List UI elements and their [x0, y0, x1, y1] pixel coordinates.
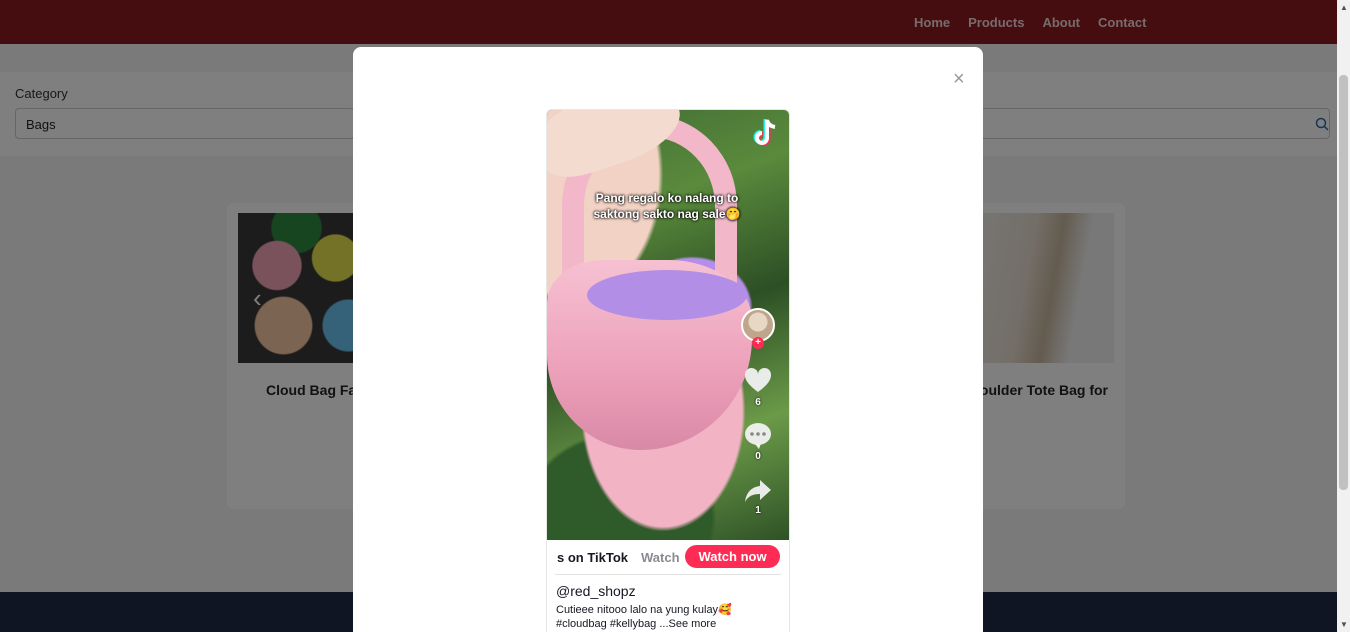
username-link[interactable]: @red_shopz: [556, 583, 636, 599]
comment-count: 0: [755, 451, 761, 462]
description-line: Cutieee nitooo lalo na yung kulay🥰: [556, 604, 732, 616]
scroll-down-icon[interactable]: ▼: [1340, 620, 1348, 629]
banner-text: s on TikTok: [557, 550, 629, 565]
caption-line: Pang regalo ko nalang to: [595, 191, 739, 205]
share-count: 1: [755, 505, 761, 516]
divider: [555, 574, 781, 575]
tiktok-embed: Pang regalo ko nalang to saktong sakto n…: [546, 109, 790, 632]
scrollbar-thumb[interactable]: [1339, 75, 1348, 490]
comment-icon[interactable]: [743, 420, 773, 450]
tiktok-banner: s on TikTok Watch Watch now: [547, 540, 789, 572]
video-description: Cutieee nitooo lalo na yung kulay🥰 #clou…: [556, 603, 781, 631]
scroll-up-icon[interactable]: ▲: [1340, 3, 1348, 12]
video-caption: Pang regalo ko nalang to saktong sakto n…: [567, 190, 767, 222]
like-count: 6: [755, 397, 761, 408]
share-icon[interactable]: [743, 476, 773, 506]
bag-inner: [587, 270, 747, 320]
caption-line: saktong sakto nag sale🤭: [593, 207, 741, 221]
follow-plus-icon[interactable]: +: [752, 337, 764, 349]
video-player[interactable]: Pang regalo ko nalang to saktong sakto n…: [547, 110, 789, 540]
description-line[interactable]: #cloudbag #kellybag ...See more: [556, 617, 781, 631]
video-modal: × Pang regalo ko nalang to saktong sakto…: [353, 47, 983, 632]
watch-now-button[interactable]: Watch now: [685, 545, 780, 568]
tiktok-logo-icon[interactable]: [751, 118, 779, 150]
heart-icon[interactable]: [743, 366, 773, 396]
close-button[interactable]: ×: [953, 69, 965, 89]
banner-text-faded: Watch: [641, 550, 680, 565]
